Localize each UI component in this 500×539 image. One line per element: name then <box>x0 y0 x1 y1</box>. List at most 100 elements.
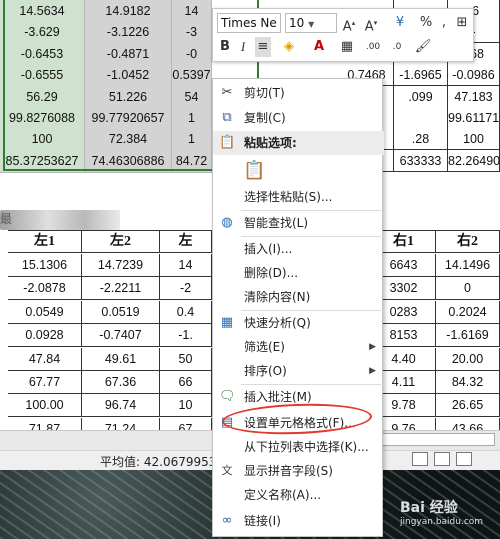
currency-format-icon[interactable]: ¥ <box>389 13 411 33</box>
mini-toolbar: Times Ne 10 ▼ A▴ A▾ ¥ % , ⊞ B I ≡ ◈ A ▦ … <box>212 8 474 62</box>
increase-font-icon[interactable]: A▴ <box>341 13 357 34</box>
menu-quick-analysis[interactable]: 快速分析(Q) <box>213 311 384 335</box>
table-cell[interactable]: 14.7239 <box>82 254 160 277</box>
table-cell[interactable]: -2 <box>160 277 212 301</box>
menu-smart-lookup[interactable]: 智能查找(L) <box>213 211 384 235</box>
decrease-decimal-icon[interactable]: .0 <box>387 37 407 57</box>
table-cell[interactable]: 0 <box>436 277 500 301</box>
top-right-cell[interactable]: -1.6965 <box>394 64 448 87</box>
normal-view-icon[interactable] <box>412 452 428 466</box>
view-buttons <box>412 452 500 468</box>
chevron-down-icon: ▼ <box>308 20 315 29</box>
format-painter-icon[interactable]: 🖌 <box>413 37 433 57</box>
paste-icon <box>219 135 235 151</box>
table-cell[interactable]: 0.4 <box>160 300 212 324</box>
font-color-icon[interactable]: A <box>307 37 331 57</box>
pinyin-icon <box>219 463 235 479</box>
column-header[interactable]: 左2 <box>82 230 160 253</box>
font-size-value: 10 <box>289 16 305 30</box>
decrease-font-icon[interactable]: A▾ <box>363 13 379 34</box>
comment-icon <box>219 389 235 405</box>
column-header[interactable]: 右2 <box>436 230 500 253</box>
font-name-box[interactable]: Times Ne <box>217 13 281 33</box>
top-right-cell[interactable]: 47.183 <box>448 85 500 108</box>
link-icon <box>219 513 235 529</box>
format-table-icon[interactable]: ⊞ <box>453 13 471 33</box>
top-right-cell[interactable]: -0.0986 <box>448 64 500 87</box>
blurred-caption: 最 <box>0 210 120 230</box>
table-cell[interactable]: 0.0928 <box>8 324 82 348</box>
table-cell[interactable]: 20.00 <box>436 347 500 371</box>
menu-paste-special[interactable]: 选择性粘贴(S)... <box>213 185 384 209</box>
table-cell[interactable]: 84.32 <box>436 371 500 394</box>
menu-pick-from-list[interactable]: 从下拉列表中选择(K)... <box>213 435 384 459</box>
column-header[interactable]: 左1 <box>8 230 82 253</box>
table-cell[interactable]: 49.61 <box>82 347 160 371</box>
scissors-icon <box>219 85 235 101</box>
align-center-icon[interactable]: ≡ <box>255 37 271 57</box>
column-header[interactable]: 左 <box>160 230 212 253</box>
watermark: Bai 经验 jingyan.baidu.com <box>400 497 483 527</box>
comma-button[interactable]: , <box>439 13 449 33</box>
menu-clear-contents[interactable]: 清除内容(N) <box>213 285 384 309</box>
table-cell[interactable]: 67.36 <box>82 371 160 394</box>
menu-cut[interactable]: 剪切(T) <box>213 81 384 105</box>
copy-icon <box>219 110 235 126</box>
menu-define-name[interactable]: 定义名称(A)... <box>213 483 384 507</box>
top-right-cell[interactable]: .28 <box>394 128 448 151</box>
menu-link[interactable]: 链接(I) <box>213 509 384 533</box>
table-cell[interactable]: 10 <box>160 394 212 418</box>
percent-button[interactable]: % <box>418 13 434 33</box>
table-cell[interactable]: 14.1496 <box>436 254 500 277</box>
table-cell[interactable]: -2.0878 <box>8 277 82 301</box>
fill-color-icon[interactable]: ◈ <box>277 37 301 57</box>
status-average: 平均值: 42.0679953 <box>100 455 217 469</box>
bold-button[interactable]: B <box>217 37 233 57</box>
table-cell[interactable]: -2.2211 <box>82 277 160 301</box>
table-cell[interactable]: -1. <box>160 324 212 348</box>
page-break-icon[interactable] <box>456 452 472 466</box>
table-cell[interactable]: 14 <box>160 254 212 277</box>
table-cell[interactable]: 96.74 <box>82 394 160 418</box>
table-cell[interactable]: 0.0549 <box>8 300 82 324</box>
menu-filter[interactable]: 筛选(E) ▶ <box>213 335 384 359</box>
table-cell[interactable]: 50 <box>160 347 212 371</box>
menu-copy[interactable]: 复制(C) <box>213 106 384 130</box>
table-cell[interactable]: -0.7407 <box>82 324 160 348</box>
table-cell[interactable]: 15.1306 <box>8 254 82 277</box>
horizontal-scrollbar[interactable] <box>380 433 495 446</box>
table-cell[interactable]: 47.84 <box>8 347 82 371</box>
top-right-cell[interactable]: .099 <box>394 85 448 108</box>
search-icon <box>219 215 235 231</box>
increase-decimal-icon[interactable]: .00 <box>363 37 383 57</box>
table-cell[interactable]: 67.77 <box>8 371 82 394</box>
table-cell[interactable]: 0.0519 <box>82 300 160 324</box>
top-right-cell[interactable]: 82.2649034 <box>448 149 500 172</box>
menu-show-pinyin[interactable]: 显示拼音字段(S) <box>213 459 384 483</box>
table-cell[interactable]: 26.65 <box>436 394 500 418</box>
top-right-cell[interactable]: 99.6117102 <box>448 107 500 129</box>
top-right-cell[interactable] <box>394 107 448 129</box>
clipboard-icon: 📋 <box>243 160 266 181</box>
italic-button[interactable]: I <box>235 37 251 57</box>
watermark-brand: Bai 经验 <box>400 500 458 516</box>
menu-insert[interactable]: 插入(I)... <box>213 237 384 261</box>
quick-analysis-icon <box>219 315 235 331</box>
borders-icon[interactable]: ▦ <box>337 37 357 57</box>
table-cell[interactable]: 66 <box>160 371 212 394</box>
context-menu: 剪切(T) 复制(C) 粘贴选项: 📋 选择性粘贴(S)... 智能查找(L) … <box>212 78 384 537</box>
caption-prefix: 最 <box>0 212 13 226</box>
table-cell[interactable]: 0.2024 <box>436 300 500 324</box>
menu-delete[interactable]: 删除(D)... <box>213 261 384 285</box>
table-cell[interactable]: 100.00 <box>8 394 82 418</box>
top-right-cell[interactable]: 633333 <box>394 149 448 172</box>
font-size-box[interactable]: 10 ▼ <box>285 13 337 33</box>
chevron-right-icon: ▶ <box>369 342 376 352</box>
page-layout-icon[interactable] <box>434 452 450 466</box>
menu-sort[interactable]: 排序(O) ▶ <box>213 359 384 383</box>
paste-options-label: 粘贴选项: <box>213 131 384 155</box>
table-cell[interactable]: -1.6169 <box>436 324 500 348</box>
chevron-right-icon: ▶ <box>369 366 376 376</box>
watermark-url: jingyan.baidu.com <box>400 517 484 527</box>
top-right-cell[interactable]: 100 <box>448 128 500 151</box>
